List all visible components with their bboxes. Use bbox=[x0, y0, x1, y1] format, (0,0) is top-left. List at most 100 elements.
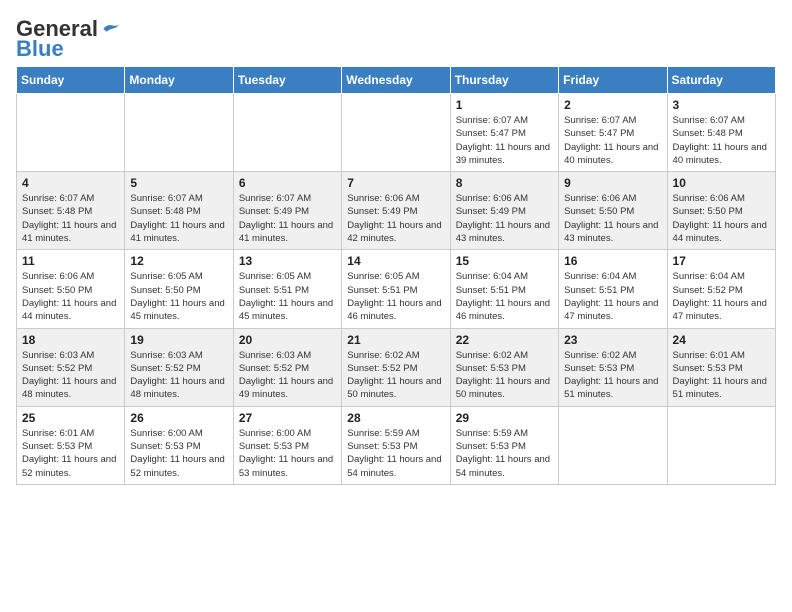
day-info: Sunrise: 6:07 AM Sunset: 5:48 PM Dayligh… bbox=[673, 114, 770, 167]
calendar-cell: 14 Sunrise: 6:05 AM Sunset: 5:51 PM Dayli… bbox=[342, 250, 450, 328]
calendar-cell: 3 Sunrise: 6:07 AM Sunset: 5:48 PM Daylig… bbox=[667, 94, 775, 172]
calendar-week-row: 4 Sunrise: 6:07 AM Sunset: 5:48 PM Daylig… bbox=[17, 172, 776, 250]
calendar-cell: 20 Sunrise: 6:03 AM Sunset: 5:52 PM Dayli… bbox=[233, 328, 341, 406]
calendar-day-header: Wednesday bbox=[342, 67, 450, 94]
calendar-cell: 18 Sunrise: 6:03 AM Sunset: 5:52 PM Dayli… bbox=[17, 328, 125, 406]
calendar-cell: 6 Sunrise: 6:07 AM Sunset: 5:49 PM Daylig… bbox=[233, 172, 341, 250]
day-info: Sunrise: 6:04 AM Sunset: 5:51 PM Dayligh… bbox=[564, 270, 661, 323]
calendar-cell bbox=[559, 406, 667, 484]
day-number: 4 bbox=[22, 176, 119, 190]
calendar-cell bbox=[233, 94, 341, 172]
calendar-cell: 19 Sunrise: 6:03 AM Sunset: 5:52 PM Dayli… bbox=[125, 328, 233, 406]
day-number: 26 bbox=[130, 411, 227, 425]
calendar-cell bbox=[125, 94, 233, 172]
calendar-cell: 7 Sunrise: 6:06 AM Sunset: 5:49 PM Daylig… bbox=[342, 172, 450, 250]
calendar-day-header: Sunday bbox=[17, 67, 125, 94]
logo: General Blue bbox=[16, 16, 120, 62]
calendar-cell: 8Sunrise: 6:06 AM Sunset: 5:49 PM Daylig… bbox=[450, 172, 558, 250]
day-number: 19 bbox=[130, 333, 227, 347]
day-number: 18 bbox=[22, 333, 119, 347]
calendar-cell: 11 Sunrise: 6:06 AM Sunset: 5:50 PM Dayli… bbox=[17, 250, 125, 328]
calendar-cell: 23 Sunrise: 6:02 AM Sunset: 5:53 PM Dayli… bbox=[559, 328, 667, 406]
day-number: 28 bbox=[347, 411, 444, 425]
calendar-cell: 16 Sunrise: 6:04 AM Sunset: 5:51 PM Dayli… bbox=[559, 250, 667, 328]
day-info: Sunrise: 6:07 AM Sunset: 5:48 PM Dayligh… bbox=[130, 192, 227, 245]
logo-bird-icon bbox=[100, 22, 120, 36]
day-info: Sunrise: 6:03 AM Sunset: 5:52 PM Dayligh… bbox=[239, 349, 336, 402]
calendar-cell: 22 Sunrise: 6:02 AM Sunset: 5:53 PM Dayli… bbox=[450, 328, 558, 406]
day-info: Sunrise: 6:00 AM Sunset: 5:53 PM Dayligh… bbox=[239, 427, 336, 480]
day-info: Sunrise: 6:06 AM Sunset: 5:50 PM Dayligh… bbox=[564, 192, 661, 245]
day-info: Sunrise: 6:07 AM Sunset: 5:49 PM Dayligh… bbox=[239, 192, 336, 245]
day-number: 1 bbox=[456, 98, 553, 112]
calendar-cell: 10 Sunrise: 6:06 AM Sunset: 5:50 PM Dayli… bbox=[667, 172, 775, 250]
day-info: Sunrise: 6:01 AM Sunset: 5:53 PM Dayligh… bbox=[673, 349, 770, 402]
calendar-week-row: 11 Sunrise: 6:06 AM Sunset: 5:50 PM Dayli… bbox=[17, 250, 776, 328]
day-number: 2 bbox=[564, 98, 661, 112]
day-number: 11 bbox=[22, 254, 119, 268]
day-number: 24 bbox=[673, 333, 770, 347]
calendar-day-header: Thursday bbox=[450, 67, 558, 94]
day-info: Sunrise: 6:00 AM Sunset: 5:53 PM Dayligh… bbox=[130, 427, 227, 480]
calendar-week-row: 1 Sunrise: 6:07 AM Sunset: 5:47 PM Daylig… bbox=[17, 94, 776, 172]
calendar-cell: 15 Sunrise: 6:04 AM Sunset: 5:51 PM Dayli… bbox=[450, 250, 558, 328]
calendar: SundayMondayTuesdayWednesdayThursdayFrid… bbox=[16, 66, 776, 485]
calendar-cell: 13 Sunrise: 6:05 AM Sunset: 5:51 PM Dayli… bbox=[233, 250, 341, 328]
calendar-cell: 1Sunrise: 6:07 AM Sunset: 5:47 PM Daylig… bbox=[450, 94, 558, 172]
day-info: Sunrise: 6:07 AM Sunset: 5:48 PM Dayligh… bbox=[22, 192, 119, 245]
day-info: Sunrise: 6:02 AM Sunset: 5:53 PM Dayligh… bbox=[564, 349, 661, 402]
calendar-day-header: Monday bbox=[125, 67, 233, 94]
calendar-cell: 12 Sunrise: 6:05 AM Sunset: 5:50 PM Dayli… bbox=[125, 250, 233, 328]
day-number: 22 bbox=[456, 333, 553, 347]
day-number: 13 bbox=[239, 254, 336, 268]
day-info: Sunrise: 6:03 AM Sunset: 5:52 PM Dayligh… bbox=[22, 349, 119, 402]
day-number: 14 bbox=[347, 254, 444, 268]
day-info: Sunrise: 6:05 AM Sunset: 5:51 PM Dayligh… bbox=[347, 270, 444, 323]
day-number: 5 bbox=[130, 176, 227, 190]
day-number: 8 bbox=[456, 176, 553, 190]
calendar-week-row: 25Sunrise: 6:01 AM Sunset: 5:53 PM Dayli… bbox=[17, 406, 776, 484]
calendar-header-row: SundayMondayTuesdayWednesdayThursdayFrid… bbox=[17, 67, 776, 94]
calendar-cell bbox=[17, 94, 125, 172]
calendar-cell: 5 Sunrise: 6:07 AM Sunset: 5:48 PM Daylig… bbox=[125, 172, 233, 250]
logo-blue-text: Blue bbox=[16, 36, 64, 62]
day-info: Sunrise: 6:05 AM Sunset: 5:50 PM Dayligh… bbox=[130, 270, 227, 323]
day-number: 29 bbox=[456, 411, 553, 425]
day-number: 16 bbox=[564, 254, 661, 268]
calendar-cell: 29Sunrise: 5:59 AM Sunset: 5:53 PM Dayli… bbox=[450, 406, 558, 484]
calendar-cell: 26 Sunrise: 6:00 AM Sunset: 5:53 PM Dayli… bbox=[125, 406, 233, 484]
calendar-cell bbox=[667, 406, 775, 484]
day-number: 10 bbox=[673, 176, 770, 190]
day-number: 7 bbox=[347, 176, 444, 190]
day-number: 6 bbox=[239, 176, 336, 190]
day-info: Sunrise: 6:04 AM Sunset: 5:51 PM Dayligh… bbox=[456, 270, 553, 323]
day-info: Sunrise: 6:07 AM Sunset: 5:47 PM Dayligh… bbox=[564, 114, 661, 167]
day-number: 15 bbox=[456, 254, 553, 268]
calendar-cell bbox=[342, 94, 450, 172]
day-number: 3 bbox=[673, 98, 770, 112]
day-number: 12 bbox=[130, 254, 227, 268]
calendar-cell: 9Sunrise: 6:06 AM Sunset: 5:50 PM Daylig… bbox=[559, 172, 667, 250]
calendar-cell: 4 Sunrise: 6:07 AM Sunset: 5:48 PM Daylig… bbox=[17, 172, 125, 250]
day-number: 17 bbox=[673, 254, 770, 268]
day-info: Sunrise: 6:04 AM Sunset: 5:52 PM Dayligh… bbox=[673, 270, 770, 323]
day-number: 23 bbox=[564, 333, 661, 347]
calendar-cell: 2 Sunrise: 6:07 AM Sunset: 5:47 PM Daylig… bbox=[559, 94, 667, 172]
day-info: Sunrise: 6:06 AM Sunset: 5:50 PM Dayligh… bbox=[22, 270, 119, 323]
day-info: Sunrise: 6:02 AM Sunset: 5:52 PM Dayligh… bbox=[347, 349, 444, 402]
day-info: Sunrise: 6:02 AM Sunset: 5:53 PM Dayligh… bbox=[456, 349, 553, 402]
calendar-cell: 25Sunrise: 6:01 AM Sunset: 5:53 PM Dayli… bbox=[17, 406, 125, 484]
day-info: Sunrise: 6:03 AM Sunset: 5:52 PM Dayligh… bbox=[130, 349, 227, 402]
calendar-cell: 21Sunrise: 6:02 AM Sunset: 5:52 PM Dayli… bbox=[342, 328, 450, 406]
calendar-cell: 28Sunrise: 5:59 AM Sunset: 5:53 PM Dayli… bbox=[342, 406, 450, 484]
calendar-day-header: Saturday bbox=[667, 67, 775, 94]
day-number: 27 bbox=[239, 411, 336, 425]
calendar-week-row: 18 Sunrise: 6:03 AM Sunset: 5:52 PM Dayli… bbox=[17, 328, 776, 406]
day-info: Sunrise: 6:06 AM Sunset: 5:49 PM Dayligh… bbox=[347, 192, 444, 245]
day-number: 25 bbox=[22, 411, 119, 425]
calendar-cell: 27 Sunrise: 6:00 AM Sunset: 5:53 PM Dayli… bbox=[233, 406, 341, 484]
day-info: Sunrise: 6:06 AM Sunset: 5:50 PM Dayligh… bbox=[673, 192, 770, 245]
day-info: Sunrise: 6:05 AM Sunset: 5:51 PM Dayligh… bbox=[239, 270, 336, 323]
calendar-cell: 17 Sunrise: 6:04 AM Sunset: 5:52 PM Dayli… bbox=[667, 250, 775, 328]
day-number: 20 bbox=[239, 333, 336, 347]
